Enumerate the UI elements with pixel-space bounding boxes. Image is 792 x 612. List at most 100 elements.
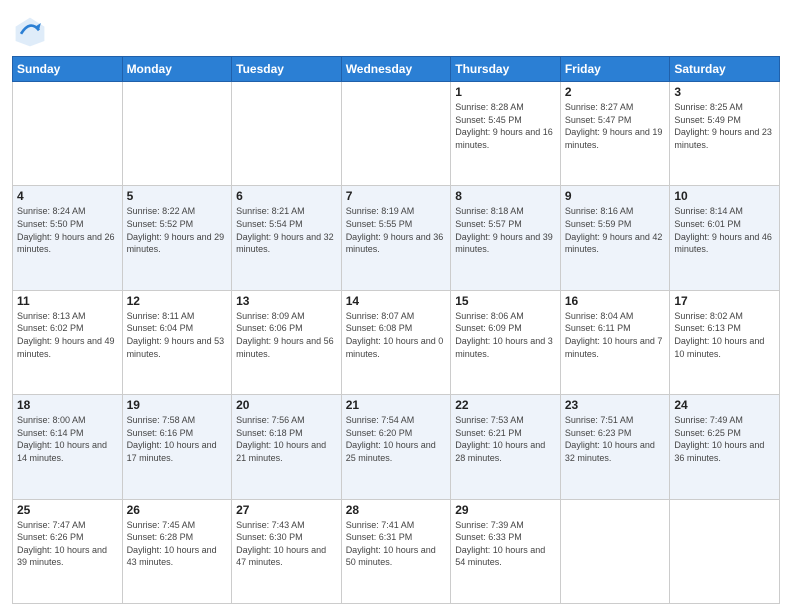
calendar-cell <box>13 82 123 186</box>
calendar-cell: 3 Sunrise: 8:25 AM Sunset: 5:49 PM Daylig… <box>670 82 780 186</box>
day-number: 7 <box>346 189 447 203</box>
calendar-header: SundayMondayTuesdayWednesdayThursdayFrid… <box>13 57 780 82</box>
day-number: 21 <box>346 398 447 412</box>
generalblue-logo-icon <box>12 14 48 50</box>
day-number: 10 <box>674 189 775 203</box>
day-info: Sunrise: 7:49 AM Sunset: 6:25 PM Dayligh… <box>674 414 775 464</box>
weekday-header-row: SundayMondayTuesdayWednesdayThursdayFrid… <box>13 57 780 82</box>
weekday-header-sunday: Sunday <box>13 57 123 82</box>
day-number: 8 <box>455 189 556 203</box>
calendar-cell <box>122 82 232 186</box>
day-info: Sunrise: 8:16 AM Sunset: 5:59 PM Dayligh… <box>565 205 666 255</box>
day-number: 27 <box>236 503 337 517</box>
calendar-week-2: 4 Sunrise: 8:24 AM Sunset: 5:50 PM Daylig… <box>13 186 780 290</box>
weekday-header-saturday: Saturday <box>670 57 780 82</box>
day-info: Sunrise: 8:24 AM Sunset: 5:50 PM Dayligh… <box>17 205 118 255</box>
calendar-cell: 25Sunrise: 7:47 AM Sunset: 6:26 PM Dayli… <box>13 499 123 603</box>
day-number: 11 <box>17 294 118 308</box>
day-number: 20 <box>236 398 337 412</box>
day-number: 15 <box>455 294 556 308</box>
day-number: 17 <box>674 294 775 308</box>
calendar-cell: 21 Sunrise: 7:54 AM Sunset: 6:20 PM Dayli… <box>341 395 451 499</box>
calendar-week-3: 11 Sunrise: 8:13 AM Sunset: 6:02 PM Dayli… <box>13 290 780 394</box>
day-info: Sunrise: 8:19 AM Sunset: 5:55 PM Dayligh… <box>346 205 447 255</box>
calendar-cell: 16 Sunrise: 8:04 AM Sunset: 6:11 PM Dayli… <box>560 290 670 394</box>
calendar-cell: 18 Sunrise: 8:00 AM Sunset: 6:14 PM Dayli… <box>13 395 123 499</box>
day-info: Sunrise: 7:56 AM Sunset: 6:18 PM Dayligh… <box>236 414 337 464</box>
calendar-cell: 9 Sunrise: 8:16 AM Sunset: 5:59 PM Daylig… <box>560 186 670 290</box>
calendar-cell: 4 Sunrise: 8:24 AM Sunset: 5:50 PM Daylig… <box>13 186 123 290</box>
day-number: 1 <box>455 85 556 99</box>
calendar-cell: 13 Sunrise: 8:09 AM Sunset: 6:06 PM Dayli… <box>232 290 342 394</box>
day-number: 4 <box>17 189 118 203</box>
day-info: Sunrise: 8:00 AM Sunset: 6:14 PM Dayligh… <box>17 414 118 464</box>
calendar-week-5: 25Sunrise: 7:47 AM Sunset: 6:26 PM Dayli… <box>13 499 780 603</box>
day-number: 16 <box>565 294 666 308</box>
day-number: 25 <box>17 503 118 517</box>
calendar-cell: 23 Sunrise: 7:51 AM Sunset: 6:23 PM Dayli… <box>560 395 670 499</box>
calendar-cell: 19 Sunrise: 7:58 AM Sunset: 6:16 PM Dayli… <box>122 395 232 499</box>
calendar-cell: 27Sunrise: 7:43 AM Sunset: 6:30 PM Dayli… <box>232 499 342 603</box>
calendar-cell: 7 Sunrise: 8:19 AM Sunset: 5:55 PM Daylig… <box>341 186 451 290</box>
page: SundayMondayTuesdayWednesdayThursdayFrid… <box>0 0 792 612</box>
day-info: Sunrise: 7:54 AM Sunset: 6:20 PM Dayligh… <box>346 414 447 464</box>
calendar-cell: 24 Sunrise: 7:49 AM Sunset: 6:25 PM Dayli… <box>670 395 780 499</box>
day-number: 19 <box>127 398 228 412</box>
day-number: 22 <box>455 398 556 412</box>
day-info: Sunrise: 8:14 AM Sunset: 6:01 PM Dayligh… <box>674 205 775 255</box>
calendar-week-1: 1 Sunrise: 8:28 AM Sunset: 5:45 PM Daylig… <box>13 82 780 186</box>
day-info: Sunrise: 8:21 AM Sunset: 5:54 PM Dayligh… <box>236 205 337 255</box>
calendar-cell: 28 Sunrise: 7:41 AM Sunset: 6:31 PM Dayli… <box>341 499 451 603</box>
day-info: Sunrise: 7:39 AM Sunset: 6:33 PM Dayligh… <box>455 519 556 569</box>
calendar-cell: 10 Sunrise: 8:14 AM Sunset: 6:01 PM Dayli… <box>670 186 780 290</box>
day-info: Sunrise: 8:25 AM Sunset: 5:49 PM Dayligh… <box>674 101 775 151</box>
calendar-cell: 15Sunrise: 8:06 AM Sunset: 6:09 PM Dayli… <box>451 290 561 394</box>
calendar-body: 1 Sunrise: 8:28 AM Sunset: 5:45 PM Daylig… <box>13 82 780 604</box>
day-info: Sunrise: 7:41 AM Sunset: 6:31 PM Dayligh… <box>346 519 447 569</box>
calendar-cell: 12 Sunrise: 8:11 AM Sunset: 6:04 PM Dayli… <box>122 290 232 394</box>
day-info: Sunrise: 8:27 AM Sunset: 5:47 PM Dayligh… <box>565 101 666 151</box>
calendar-cell: 8Sunrise: 8:18 AM Sunset: 5:57 PM Daylig… <box>451 186 561 290</box>
logo <box>12 14 52 50</box>
day-number: 2 <box>565 85 666 99</box>
day-info: Sunrise: 8:02 AM Sunset: 6:13 PM Dayligh… <box>674 310 775 360</box>
day-info: Sunrise: 8:11 AM Sunset: 6:04 PM Dayligh… <box>127 310 228 360</box>
calendar-cell <box>560 499 670 603</box>
day-number: 5 <box>127 189 228 203</box>
calendar-cell: 11 Sunrise: 8:13 AM Sunset: 6:02 PM Dayli… <box>13 290 123 394</box>
day-number: 12 <box>127 294 228 308</box>
day-number: 28 <box>346 503 447 517</box>
calendar-cell <box>232 82 342 186</box>
calendar-cell: 17 Sunrise: 8:02 AM Sunset: 6:13 PM Dayli… <box>670 290 780 394</box>
calendar-cell: 14 Sunrise: 8:07 AM Sunset: 6:08 PM Dayli… <box>341 290 451 394</box>
day-number: 3 <box>674 85 775 99</box>
day-info: Sunrise: 8:13 AM Sunset: 6:02 PM Dayligh… <box>17 310 118 360</box>
day-info: Sunrise: 8:04 AM Sunset: 6:11 PM Dayligh… <box>565 310 666 360</box>
day-info: Sunrise: 7:51 AM Sunset: 6:23 PM Dayligh… <box>565 414 666 464</box>
day-info: Sunrise: 7:58 AM Sunset: 6:16 PM Dayligh… <box>127 414 228 464</box>
calendar-cell: 6 Sunrise: 8:21 AM Sunset: 5:54 PM Daylig… <box>232 186 342 290</box>
day-number: 13 <box>236 294 337 308</box>
weekday-header-thursday: Thursday <box>451 57 561 82</box>
weekday-header-monday: Monday <box>122 57 232 82</box>
day-number: 29 <box>455 503 556 517</box>
day-info: Sunrise: 7:53 AM Sunset: 6:21 PM Dayligh… <box>455 414 556 464</box>
day-number: 26 <box>127 503 228 517</box>
day-number: 23 <box>565 398 666 412</box>
day-number: 9 <box>565 189 666 203</box>
calendar-cell: 1 Sunrise: 8:28 AM Sunset: 5:45 PM Daylig… <box>451 82 561 186</box>
day-number: 18 <box>17 398 118 412</box>
header <box>12 10 780 50</box>
day-info: Sunrise: 8:07 AM Sunset: 6:08 PM Dayligh… <box>346 310 447 360</box>
weekday-header-tuesday: Tuesday <box>232 57 342 82</box>
calendar-cell: 20 Sunrise: 7:56 AM Sunset: 6:18 PM Dayli… <box>232 395 342 499</box>
day-info: Sunrise: 8:28 AM Sunset: 5:45 PM Dayligh… <box>455 101 556 151</box>
weekday-header-wednesday: Wednesday <box>341 57 451 82</box>
day-number: 14 <box>346 294 447 308</box>
day-info: Sunrise: 8:09 AM Sunset: 6:06 PM Dayligh… <box>236 310 337 360</box>
calendar-cell: 2 Sunrise: 8:27 AM Sunset: 5:47 PM Daylig… <box>560 82 670 186</box>
calendar-week-4: 18 Sunrise: 8:00 AM Sunset: 6:14 PM Dayli… <box>13 395 780 499</box>
calendar-cell: 22 Sunrise: 7:53 AM Sunset: 6:21 PM Dayli… <box>451 395 561 499</box>
day-number: 6 <box>236 189 337 203</box>
day-number: 24 <box>674 398 775 412</box>
